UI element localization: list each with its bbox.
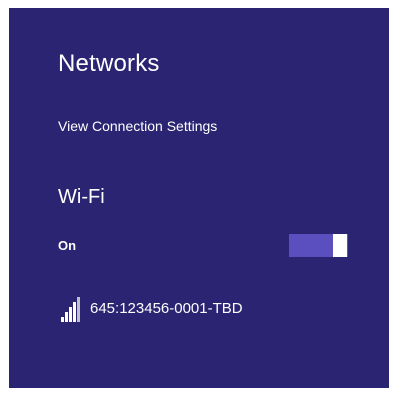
signal-bar-5: [77, 297, 80, 322]
network-list-item[interactable]: 645:123456-0001-TBD: [61, 292, 243, 322]
wifi-toggle[interactable]: [289, 234, 348, 257]
wifi-signal-icon: [61, 297, 80, 322]
view-connection-settings-link[interactable]: View Connection Settings: [58, 118, 217, 134]
panel-title: Networks: [58, 50, 160, 77]
network-name: 645:123456-0001-TBD: [90, 300, 243, 317]
signal-bar-2: [65, 312, 68, 322]
networks-panel: Networks View Connection Settings Wi-Fi …: [9, 8, 389, 388]
signal-bar-4: [73, 302, 76, 322]
signal-bar-3: [69, 307, 72, 322]
signal-bar-1: [61, 317, 64, 322]
wifi-toggle-thumb: [333, 234, 347, 257]
wifi-toggle-fill: [290, 235, 333, 256]
wifi-section-title: Wi-Fi: [58, 186, 105, 208]
wifi-state-label: On: [58, 238, 77, 253]
